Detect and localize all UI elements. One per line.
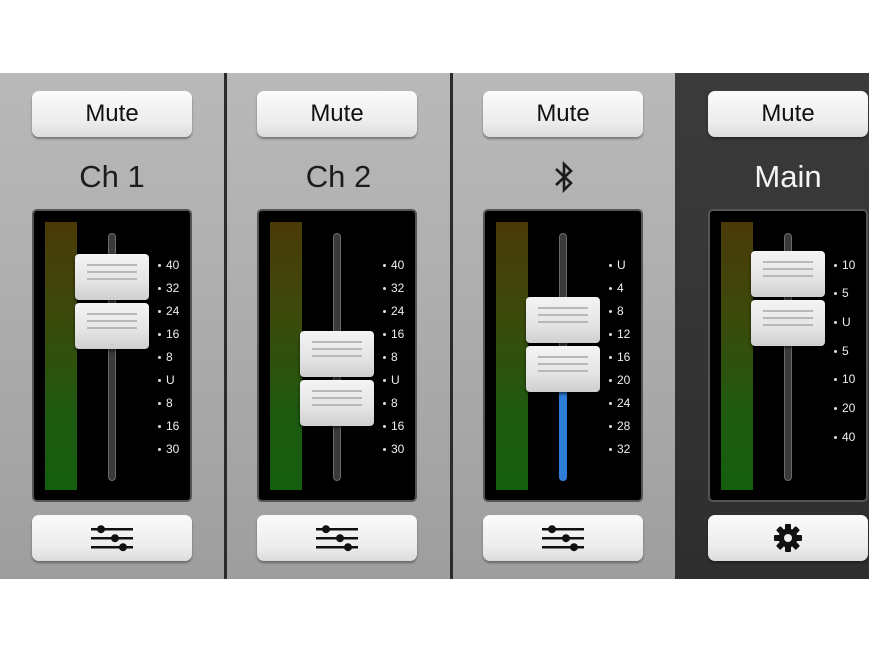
bluetooth-icon: [555, 160, 573, 194]
scale-tick: 5: [834, 343, 869, 359]
scale-tick: 16: [158, 418, 198, 434]
mute-button[interactable]: Mute: [257, 91, 417, 137]
scale-tick: 28: [609, 418, 649, 434]
fader-knob[interactable]: [526, 297, 600, 343]
scale-tick: 8: [158, 395, 198, 411]
scale-tick: 5: [834, 285, 869, 301]
fader-panel: 40 32 24 16 8 U 8 16 30: [257, 209, 417, 502]
level-meter: [45, 222, 77, 490]
scale-tick: U: [834, 314, 869, 330]
scale-tick: U: [383, 372, 423, 388]
fader-knob-lower[interactable]: [526, 346, 600, 392]
fader-panel: 40 32 24 16 8 U 8 16 30: [32, 209, 192, 502]
channel-name: Ch 1: [79, 159, 145, 194]
fader-knob-lower[interactable]: [751, 300, 825, 346]
scale-tick: 30: [383, 441, 423, 457]
scale-tick: 16: [609, 349, 649, 365]
channel-name: Ch 2: [305, 159, 372, 194]
scale-tick: 8: [383, 395, 423, 411]
scale-tick: 24: [383, 303, 423, 319]
scale-tick: 10: [834, 257, 869, 273]
scale-tick: 32: [383, 280, 423, 296]
fader-knob[interactable]: [300, 331, 374, 377]
scale-tick: 4: [609, 280, 649, 296]
scale-tick: 20: [609, 372, 649, 388]
scale-tick: 32: [158, 280, 198, 296]
scale-tick: 32: [609, 441, 649, 457]
fader-knob-lower[interactable]: [300, 380, 374, 426]
scale-tick: 40: [383, 257, 423, 273]
scale-tick: 10: [834, 371, 869, 387]
scale-tick: 24: [158, 303, 198, 319]
mute-button[interactable]: Mute: [708, 91, 868, 137]
scale-tick: 24: [609, 395, 649, 411]
level-meter: [270, 222, 302, 490]
fader-panel: 10 5 U 5 10 20 40: [708, 209, 868, 502]
main-strip: Mute Main 10 5 U 5 10 20 40: [675, 73, 869, 579]
scale-tick: 8: [383, 349, 423, 365]
mute-button[interactable]: Mute: [483, 91, 643, 137]
scale-tick: 16: [383, 326, 423, 342]
mute-button[interactable]: Mute: [32, 91, 192, 137]
scale-tick: 12: [609, 326, 649, 342]
channel-settings-button[interactable]: [483, 515, 643, 561]
main-settings-button[interactable]: [708, 515, 868, 561]
gear-icon: [774, 524, 802, 552]
fader-panel: U 4 8 12 16 20 24 28 32: [483, 209, 643, 502]
fader-knob[interactable]: [751, 251, 825, 297]
channel-name: [453, 159, 675, 195]
level-meter: [496, 222, 528, 490]
scale-tick: 20: [834, 400, 869, 416]
level-meter: [721, 222, 753, 490]
scale-tick: 8: [158, 349, 198, 365]
channel-strip-bluetooth: Mute U 4 8 12 16 20 24 28 32: [453, 73, 675, 579]
scale-tick: 16: [158, 326, 198, 342]
channel-strip-2: Mute Ch 2 40 32 24 16 8 U 8 16 30: [227, 73, 450, 579]
channel-settings-button[interactable]: [257, 515, 417, 561]
scale-tick: 30: [158, 441, 198, 457]
sliders-icon: [542, 525, 584, 552]
scale-tick: U: [609, 257, 649, 273]
sliders-icon: [91, 525, 133, 552]
channel-name: Main: [754, 159, 822, 194]
sliders-icon: [316, 525, 358, 552]
scale-tick: 40: [834, 429, 869, 445]
scale-tick: U: [158, 372, 198, 388]
channel-strip-1: Mute Ch 1 40 32 24 16 8 U 8 16 30: [0, 73, 224, 579]
fader-knob-lower[interactable]: [75, 303, 149, 349]
scale-tick: 40: [158, 257, 198, 273]
scale-tick: 16: [383, 418, 423, 434]
fader-level-fill: [559, 391, 567, 481]
channel-settings-button[interactable]: [32, 515, 192, 561]
fader-knob[interactable]: [75, 254, 149, 300]
mixer: Mute Ch 1 40 32 24 16 8 U 8 16 30 Mute C…: [0, 73, 869, 579]
scale-tick: 8: [609, 303, 649, 319]
